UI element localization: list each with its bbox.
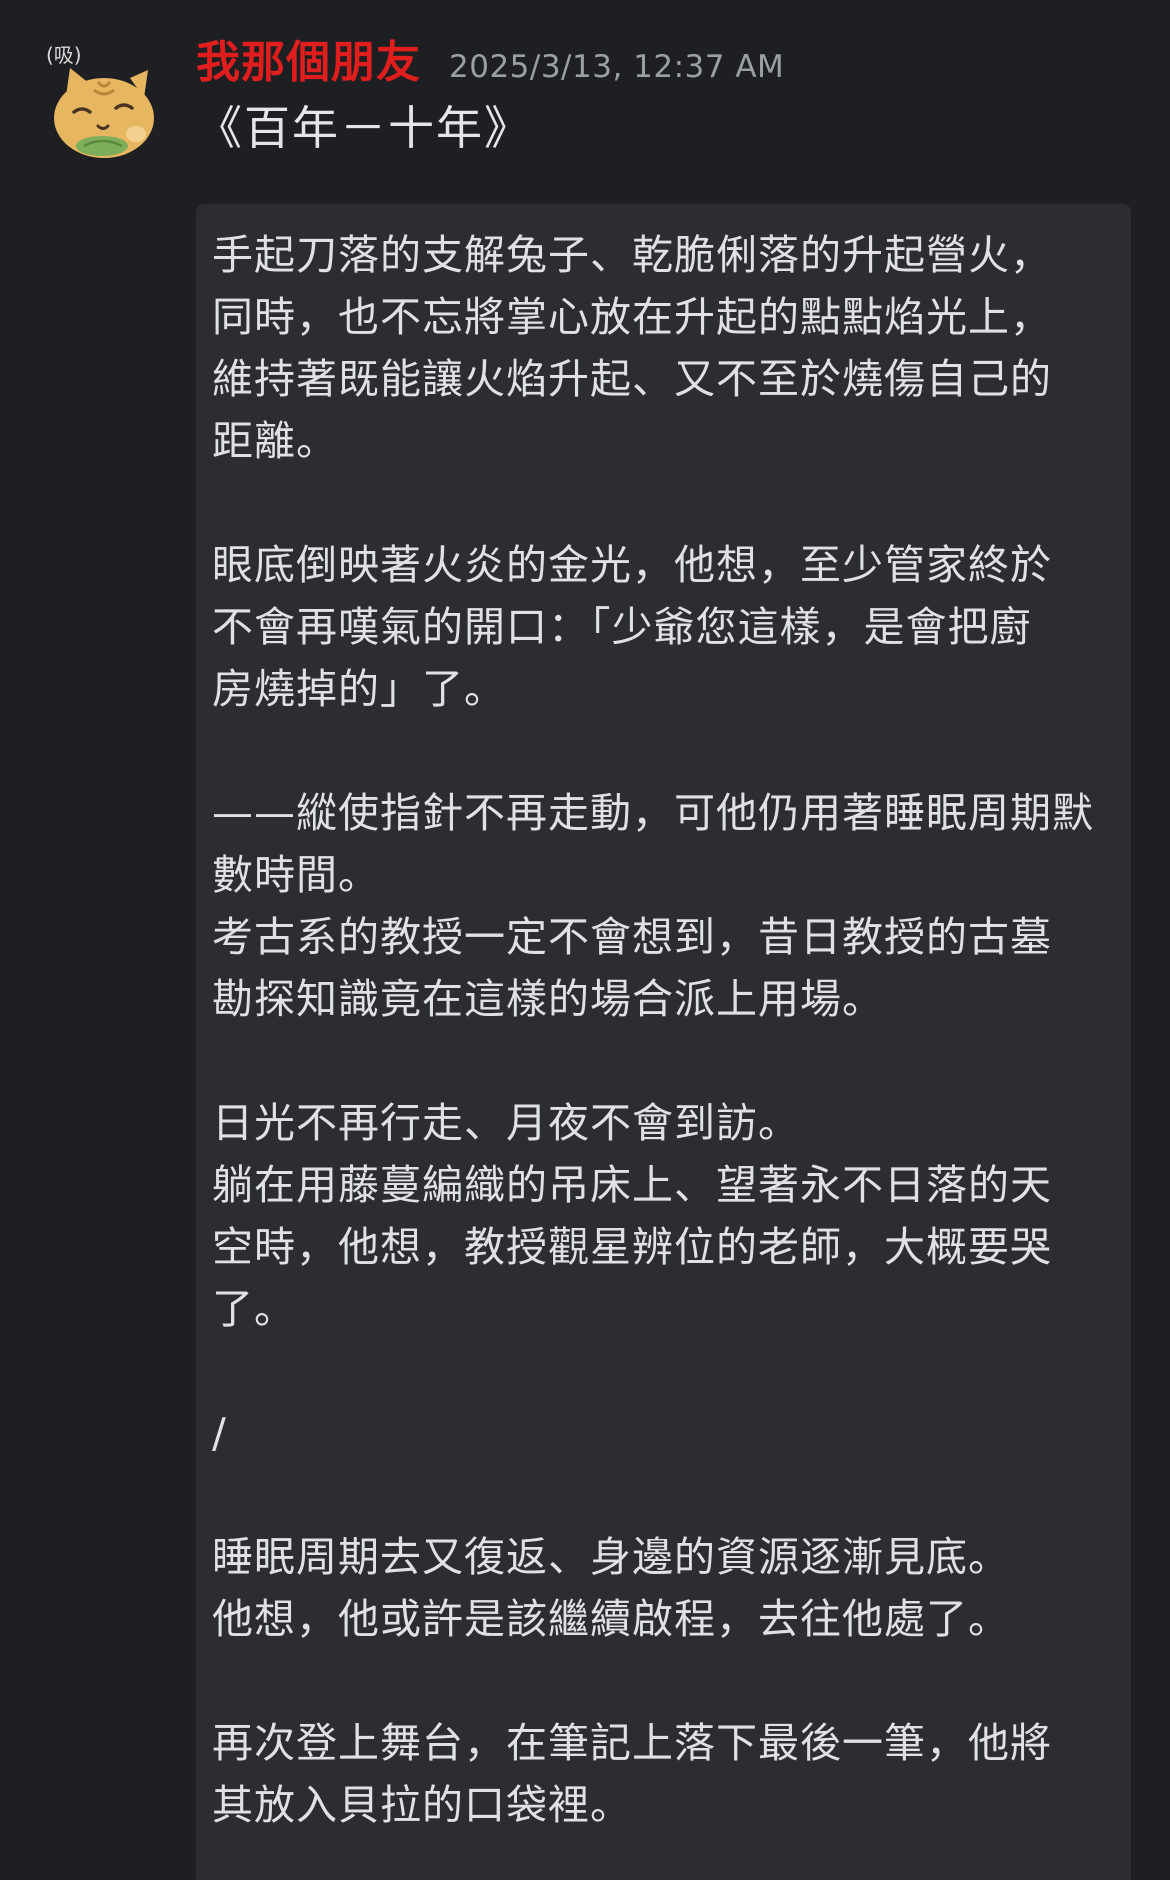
quote-line: 空時，他想，教授觀星辨位的老師，大概要哭 <box>212 1223 1052 1271</box>
quote-line: 距離。 <box>212 417 338 465</box>
quote-block: 手起刀落的支解兔子、乾脆俐落的升起營火， 同時，也不忘將掌心放在升起的點點焰光上，… <box>196 204 1131 1880</box>
quote-line: 房燒掉的」了。 <box>212 665 506 713</box>
avatar[interactable]: (吸) <box>40 38 165 163</box>
cat-avatar-icon: (吸) <box>46 43 154 158</box>
quote-line: 其放入貝拉的口袋裡。 <box>212 1781 632 1829</box>
message-timestamp: 2025/3/13, 12:37 AM <box>449 49 785 85</box>
quote-line <box>212 1030 1117 1092</box>
quote-line: 躺在用藤蔓編織的吊床上、望著永不日落的天 <box>212 1161 1052 1209</box>
quote-line: 數時間。 <box>212 851 380 899</box>
quote-line <box>212 1464 1117 1526</box>
quote-line: 了。 <box>212 1285 296 1333</box>
author-name[interactable]: 我那個朋友 <box>196 26 421 90</box>
chat-message: (吸) 我那個朋友 2025/3/13, 12:37 AM 《百年－十年》 手起… <box>0 0 1170 1880</box>
quote-line: / <box>212 1409 227 1457</box>
quote-line: 日光不再行走、月夜不會到訪。 <box>212 1099 800 1147</box>
quote-line: ——縱使指針不再走動，可他仍用著睡眠周期默 <box>212 789 1094 837</box>
quote-line: 眼底倒映著火炎的金光，他想，至少管家終於 <box>212 541 1052 589</box>
quote-line: 考古系的教授一定不會想到，昔日教授的古墓 <box>212 913 1052 961</box>
quote-line: 他想，他或許是該繼續啟程，去往他處了。 <box>212 1595 1010 1643</box>
quote-line: 維持著既能讓火焰升起、又不至於燒傷自己的 <box>212 355 1052 403</box>
quote-line: 不會再嘆氣的開口：「少爺您這樣，是會把廚 <box>212 603 1032 651</box>
avatar-badge-text: (吸) <box>46 43 82 67</box>
quote-line: 再次登上舞台，在筆記上落下最後一筆，他將 <box>212 1719 1052 1767</box>
quote-line <box>212 1340 1117 1402</box>
quote-line: 手起刀落的支解兔子、乾脆俐落的升起營火， <box>212 231 1052 279</box>
quote-text: 手起刀落的支解兔子、乾脆俐落的升起營火， 同時，也不忘將掌心放在升起的點點焰光上，… <box>212 224 1117 1836</box>
quote-line <box>212 720 1117 782</box>
quote-line: 勘探知識竟在這樣的場合派上用場。 <box>212 975 884 1023</box>
quote-line <box>212 472 1117 534</box>
quote-line: 同時，也不忘將掌心放在升起的點點焰光上， <box>212 293 1052 341</box>
message-title: 《百年－十年》 <box>196 101 532 155</box>
message-header: 我那個朋友 2025/3/13, 12:37 AM <box>196 26 784 90</box>
quote-line: 睡眠周期去又復返、身邊的資源逐漸見底。 <box>212 1533 1010 1581</box>
quote-line <box>212 1650 1117 1712</box>
